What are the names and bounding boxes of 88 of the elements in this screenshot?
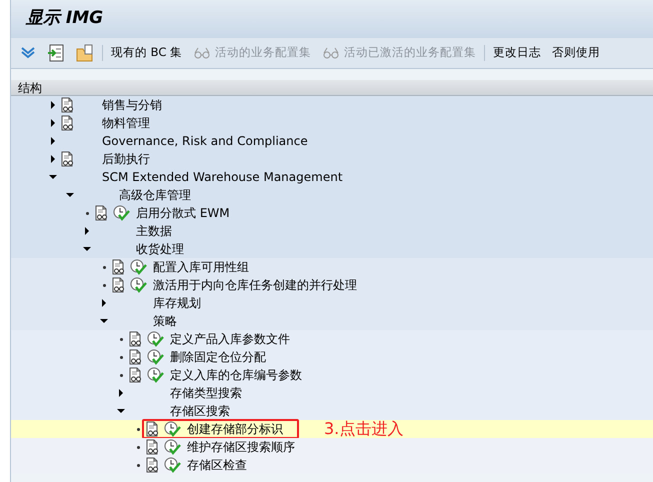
document-glasses-icon[interactable] [61,151,75,167]
tree-row[interactable]: 激活用于内向仓库任务创建的并行处理 [11,276,653,294]
tree-row[interactable]: 存储区搜索 [11,402,653,420]
expand-arrow-icon[interactable] [102,299,106,307]
document-glasses-icon[interactable] [129,367,143,383]
callout-text: 3.点击进入 [324,420,404,438]
expand-arrow-icon[interactable] [85,227,89,235]
collapse-arrow-icon[interactable] [66,193,74,197]
tree-item-label: 收货处理 [136,241,184,258]
toolbar-button[interactable]: 否则使用 [549,44,604,62]
clock-check-icon[interactable] [164,421,181,437]
bullet-icon [86,212,88,214]
bullet-icon [120,374,122,376]
clock-check-icon[interactable] [113,205,130,221]
clock-check-icon[interactable] [130,277,147,293]
clock-check-icon[interactable] [147,367,164,383]
tree-item-label: 存储区检查 [187,457,247,474]
document-glasses-icon[interactable] [146,421,160,437]
tree-row[interactable]: 创建存储部分标识 3.点击进入 [11,420,653,438]
tree-item-label: Governance, Risk and Compliance [102,133,308,150]
clock-check-icon[interactable] [147,331,164,347]
document-glasses-icon[interactable] [129,331,143,347]
clock-check-icon[interactable] [164,439,181,455]
tree-item-label: 启用分散式 EWM [136,205,230,222]
tree-row[interactable]: 定义入库的仓库编号参数 [11,366,653,384]
expand-arrow-icon[interactable] [51,119,55,127]
expand-arrow-icon[interactable] [51,101,55,109]
tree-item-label: 后勤执行 [102,151,150,168]
tree-item-label: 激活用于内向仓库任务创建的并行处理 [153,277,357,294]
tree-item-label: 存储类型搜索 [170,385,242,402]
expand-arrow-icon[interactable] [119,389,123,397]
expand-arrow-icon[interactable] [51,137,55,145]
tree-row[interactable]: 后勤执行 [11,150,653,168]
tree-item-label: 存储区搜索 [170,403,230,420]
tree-item-label: 删除固定仓位分配 [170,349,266,366]
bullet-icon [120,356,122,358]
tree-row[interactable]: 主数据 [11,222,653,240]
tree-row[interactable]: 存储类型搜索 [11,384,653,402]
document-glasses-icon[interactable] [146,457,160,473]
tree-row[interactable]: 配置入库可用性组 [11,258,653,276]
tree-item-label: 定义入库的仓库编号参数 [170,367,302,384]
document-glasses-icon[interactable] [61,97,75,113]
document-glasses-icon[interactable] [129,349,143,365]
collapse-arrow-icon[interactable] [83,247,91,251]
document-glasses-icon[interactable] [112,259,126,275]
tree-row[interactable]: 销售与分销 [11,96,653,114]
window-title: 显示 IMG [11,0,653,38]
tree-item-label: SCM Extended Warehouse Management [102,169,343,186]
tree-item-label: 高级仓库管理 [119,187,191,204]
bullet-icon [136,464,140,466]
collapse-arrow-icon[interactable] [49,175,57,179]
tree-row[interactable]: 策略 [11,312,653,330]
tree-item-label: 配置入库可用性组 [153,259,249,276]
tree-item-label: 创建存储部分标识 [187,421,283,438]
tree-item-label: 维护存储区搜索顺序 [187,439,295,456]
bullet-icon [136,428,140,430]
tree-row[interactable]: 启用分散式 EWM [11,204,653,222]
tree-row[interactable]: 收货处理 [11,240,653,258]
collapse-arrow-icon[interactable] [100,319,108,323]
clock-check-icon[interactable] [164,457,181,473]
tree-item-label: 库存规划 [153,295,201,312]
tree-row[interactable]: Governance, Risk and Compliance [11,132,653,150]
tree-row[interactable]: SCM Extended Warehouse Management [11,168,653,186]
tree-item-label: 定义产品入库参数文件 [170,331,290,348]
collapse-arrow-icon[interactable] [117,409,125,413]
tree-row[interactable]: 定义产品入库参数文件 [11,330,653,348]
bullet-icon [102,284,106,286]
document-glasses-icon[interactable] [112,277,126,293]
tree-row[interactable]: 高级仓库管理 [11,186,653,204]
toolbar-button[interactable]: 现有的 BC 集 [108,44,186,62]
clock-check-icon[interactable] [147,349,164,365]
document-glasses-icon[interactable] [95,205,109,221]
tree-row[interactable]: 库存规划 [11,294,653,312]
toolbar-button[interactable]: 更改日志 [490,44,544,62]
tree-row[interactable]: 删除固定仓位分配 [11,348,653,366]
tree-item-label: 销售与分销 [102,97,162,114]
tree-row[interactable]: 物料管理 [11,114,653,132]
document-glasses-icon[interactable] [146,439,160,455]
tree-item-label: 主数据 [136,223,172,240]
clock-check-icon[interactable] [130,259,147,275]
bullet-icon [102,266,106,268]
tree-item-label: 策略 [153,313,177,330]
tree-item-label: 物料管理 [102,115,150,132]
document-glasses-icon[interactable] [61,115,75,131]
expand-arrow-icon[interactable] [51,155,55,163]
bullet-icon [136,446,140,448]
column-header: 结构 [11,80,653,96]
bullet-icon [120,338,122,340]
